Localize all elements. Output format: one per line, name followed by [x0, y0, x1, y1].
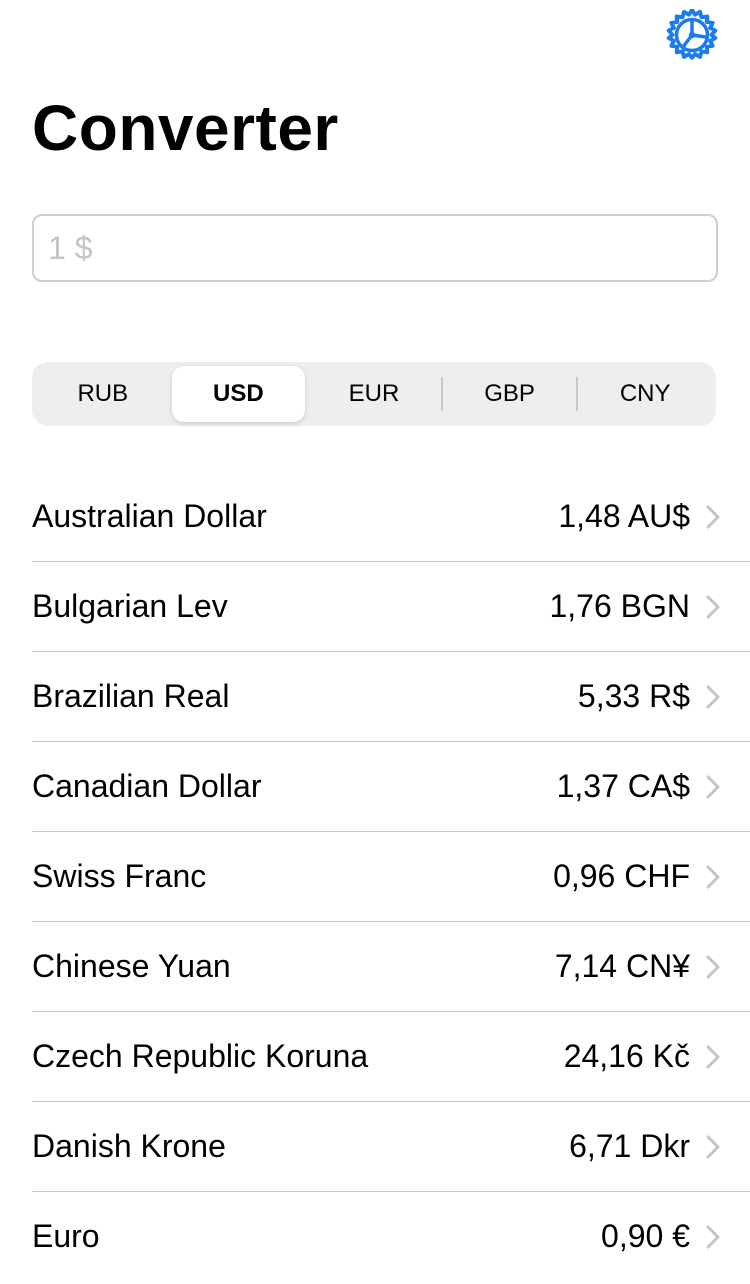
rate-row[interactable]: Brazilian Real 5,33 R$: [32, 652, 750, 742]
rates-list: Australian Dollar 1,48 AU$ Bulgarian Lev…: [32, 472, 750, 1281]
currency-name: Brazilian Real: [32, 678, 230, 714]
chevron-right-icon: [706, 1225, 720, 1248]
rate-row[interactable]: Euro 0,90 €: [32, 1192, 750, 1281]
chevron-right-icon: [706, 955, 720, 978]
rate-row[interactable]: Canadian Dollar 1,37 CA$: [32, 742, 750, 832]
chevron-right-icon: [706, 685, 720, 708]
currency-name: Bulgarian Lev: [32, 588, 228, 624]
currency-rate: 1,76 BGN: [549, 588, 690, 624]
currency-name: Canadian Dollar: [32, 768, 262, 804]
segment-eur[interactable]: EUR: [307, 366, 441, 422]
currency-rate: 24,16 Kč: [563, 1038, 690, 1074]
currency-rate: 6,71 Dkr: [569, 1128, 690, 1164]
chevron-right-icon: [706, 865, 720, 888]
currency-name: Czech Republic Koruna: [32, 1038, 369, 1074]
rate-row[interactable]: Bulgarian Lev 1,76 BGN: [32, 562, 750, 652]
currency-name: Swiss Franc: [32, 858, 207, 894]
rate-row[interactable]: Danish Krone 6,71 Dkr: [32, 1102, 750, 1192]
amount-input[interactable]: [32, 214, 718, 282]
rate-row[interactable]: Swiss Franc 0,96 CHF: [32, 832, 750, 922]
currency-rate: 0,96 CHF: [553, 858, 690, 894]
segment-usd[interactable]: USD: [171, 366, 306, 422]
segment-cny[interactable]: CNY: [578, 366, 712, 422]
segment-rub[interactable]: RUB: [36, 366, 170, 422]
gear-icon: [666, 9, 718, 60]
segment-gbp[interactable]: GBP: [443, 366, 577, 422]
currency-rate: 1,48 AU$: [558, 498, 690, 534]
page-title: Converter: [32, 92, 339, 164]
currency-rate: 1,37 CA$: [556, 768, 690, 804]
currency-rate: 0,90 €: [601, 1218, 690, 1254]
currency-rate: 7,14 CN¥: [554, 948, 690, 984]
chevron-right-icon: [706, 1135, 720, 1158]
currency-segmented-control: RUB USD EUR GBP CNY: [32, 362, 716, 426]
currency-name: Danish Krone: [32, 1128, 226, 1164]
chevron-right-icon: [706, 595, 720, 618]
rate-row[interactable]: Chinese Yuan 7,14 CN¥: [32, 922, 750, 1012]
rate-row[interactable]: Czech Republic Koruna 24,16 Kč: [32, 1012, 750, 1102]
rate-row[interactable]: Australian Dollar 1,48 AU$: [32, 472, 750, 562]
currency-name: Australian Dollar: [32, 498, 267, 534]
chevron-right-icon: [706, 1045, 720, 1068]
currency-rate: 5,33 R$: [577, 678, 690, 714]
chevron-right-icon: [706, 775, 720, 798]
currency-name: Euro: [32, 1218, 100, 1254]
currency-name: Chinese Yuan: [32, 948, 231, 984]
settings-button[interactable]: [666, 9, 718, 61]
chevron-right-icon: [706, 505, 720, 528]
